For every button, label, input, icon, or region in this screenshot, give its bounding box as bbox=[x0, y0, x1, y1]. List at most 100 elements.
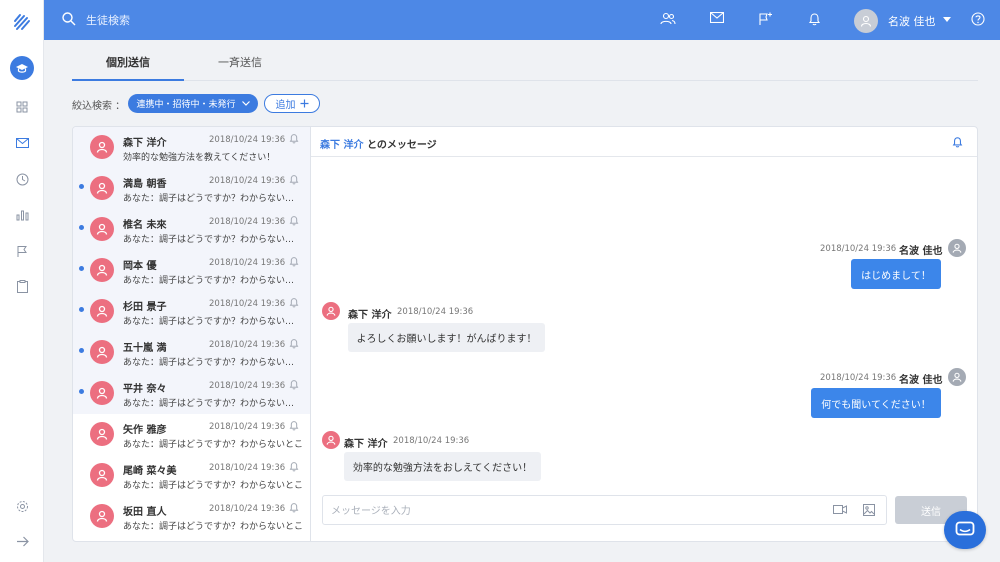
user-icon bbox=[326, 435, 336, 445]
bell-icon[interactable] bbox=[289, 297, 299, 308]
message-input[interactable] bbox=[331, 502, 811, 520]
nav-messages[interactable] bbox=[0, 131, 44, 155]
chevron-down-icon bbox=[241, 101, 250, 106]
bell-icon[interactable] bbox=[289, 215, 299, 226]
contact-item[interactable]: 岡本 優 2018/10/24 19:36 あなた：調子はどうですか？わからないこと… bbox=[73, 250, 310, 291]
search-input[interactable] bbox=[86, 10, 346, 30]
chat-title: 森下 洋介 とのメッセージ bbox=[320, 136, 437, 151]
chat-partner-name[interactable]: 森下 洋介 bbox=[320, 140, 363, 151]
tab-individual[interactable]: 個別送信 bbox=[72, 50, 184, 81]
bell-icon[interactable] bbox=[289, 461, 299, 472]
bell-icon[interactable] bbox=[289, 420, 299, 431]
contact-item[interactable]: 森下 洋介 2018/10/24 19:36 効率的な勉強方法を教えてください！ bbox=[73, 127, 310, 168]
filter-label: 絞込検索 ： bbox=[72, 101, 126, 112]
bell-icon[interactable] bbox=[289, 379, 299, 390]
unread-dot bbox=[79, 348, 84, 353]
graduation-cap-icon bbox=[10, 56, 34, 80]
contact-item[interactable]: 坂田 直人 2018/10/24 19:36 あなた：調子はどうですか？わからないと… bbox=[73, 496, 310, 537]
contact-item[interactable]: 平井 奈々 2018/10/24 19:36 あなた：調子はどうですか？わからないこ… bbox=[73, 373, 310, 414]
avatar bbox=[90, 381, 114, 405]
flag-plus-icon[interactable] bbox=[758, 12, 773, 26]
avatar bbox=[948, 368, 966, 386]
bell-icon[interactable] bbox=[289, 174, 299, 185]
user-icon bbox=[96, 510, 108, 522]
nav-settings[interactable] bbox=[0, 494, 44, 518]
tab-broadcast[interactable]: 一斉送信 bbox=[184, 50, 296, 81]
filter-chip-label: 連携中・招待中・未発行 bbox=[136, 100, 236, 110]
contact-item[interactable]: 五十嵐 満 2018/10/24 19:36 あなた：調子はどうですか？わからないこ… bbox=[73, 332, 310, 373]
avatar bbox=[90, 299, 114, 323]
avatar[interactable] bbox=[854, 9, 878, 33]
bell-icon[interactable] bbox=[952, 136, 963, 148]
contact-name: 矢作 雅彦 bbox=[123, 425, 167, 436]
support-chat-button[interactable] bbox=[944, 511, 986, 549]
contact-preview: あなた：調子はどうですか？わからないことがあったら bbox=[123, 317, 303, 327]
contact-time: 2018/10/24 19:36 bbox=[209, 340, 286, 350]
nav-dashboard[interactable] bbox=[0, 95, 44, 119]
help-icon[interactable] bbox=[971, 12, 985, 26]
nav-analytics[interactable] bbox=[0, 203, 44, 227]
filter-dropdown[interactable]: 連携中・招待中・未発行 bbox=[128, 94, 258, 113]
dashboard-icon bbox=[16, 101, 28, 113]
user-icon bbox=[96, 346, 108, 358]
user-icon bbox=[860, 15, 872, 27]
contact-name: 満島 朝香 bbox=[123, 179, 167, 190]
clipboard-icon bbox=[16, 279, 28, 293]
bell-icon[interactable] bbox=[289, 338, 299, 349]
avatar bbox=[90, 340, 114, 364]
contact-item[interactable]: 満島 朝香 2018/10/24 19:36 あなた：調子はどうですか？わからないこ… bbox=[73, 168, 310, 209]
contact-preview: あなた：調子はどうですか？わからないことがあったら bbox=[123, 399, 303, 409]
user-icon bbox=[96, 387, 108, 399]
contact-time: 2018/10/24 19:36 bbox=[209, 504, 286, 514]
contact-name: 岡本 優 bbox=[123, 261, 157, 272]
contact-name: 尾崎 菜々美 bbox=[123, 466, 177, 477]
nav-tasks[interactable] bbox=[0, 274, 44, 298]
unread-dot bbox=[79, 225, 84, 230]
message-composer bbox=[322, 495, 887, 525]
avatar bbox=[90, 504, 114, 528]
mail-icon[interactable] bbox=[710, 12, 724, 23]
avatar bbox=[948, 239, 966, 257]
chat-panel: 森下 洋介 とのメッセージ 2018/10/24 19:36 名波 佳也 はじめ… bbox=[311, 127, 977, 541]
search-icon bbox=[62, 12, 76, 26]
unread-dot bbox=[79, 307, 84, 312]
message-bubble-incoming: 効率的な勉強方法をおしえてください！ bbox=[344, 452, 541, 481]
nav-expand[interactable] bbox=[0, 529, 44, 553]
user-name[interactable]: 名波 佳也 bbox=[888, 13, 936, 29]
contact-item[interactable]: 椎名 未來 2018/10/24 19:36 あなた：調子はどうですか？わからないこ… bbox=[73, 209, 310, 250]
contact-name: 坂田 直人 bbox=[123, 507, 167, 518]
unread-dot bbox=[79, 266, 84, 271]
bell-icon[interactable] bbox=[289, 133, 299, 144]
users-icon[interactable] bbox=[660, 12, 676, 26]
bell-icon[interactable] bbox=[289, 502, 299, 513]
arrow-right-icon bbox=[16, 536, 29, 546]
user-icon bbox=[96, 182, 108, 194]
clock-icon bbox=[16, 173, 28, 185]
contact-time: 2018/10/24 19:36 bbox=[209, 135, 286, 145]
add-filter-button[interactable]: 追加 bbox=[264, 94, 320, 113]
bell-icon[interactable] bbox=[808, 12, 821, 26]
contact-item[interactable]: 矢作 雅彦 2018/10/24 19:36 あなた：調子はどうですか？わからないと… bbox=[73, 414, 310, 455]
message-bubble-incoming: よろしくお願いします！がんばります！ bbox=[348, 323, 545, 352]
nav-history[interactable] bbox=[0, 167, 44, 191]
user-icon bbox=[96, 305, 108, 317]
nav-reports[interactable] bbox=[0, 239, 44, 263]
flag-icon bbox=[17, 245, 27, 257]
contact-preview: あなた：調子はどうですか？わからないことがあったら bbox=[123, 358, 303, 368]
contact-preview: あなた：調子はどうですか？わからないとこ bbox=[123, 522, 303, 532]
nav-students[interactable] bbox=[0, 56, 44, 80]
video-icon[interactable] bbox=[833, 504, 847, 515]
message-bubble-outgoing: はじめまして！ bbox=[851, 259, 941, 289]
user-icon bbox=[952, 243, 962, 253]
avatar bbox=[90, 176, 114, 200]
bell-icon[interactable] bbox=[289, 256, 299, 267]
contact-item[interactable]: 杉田 景子 2018/10/24 19:36 あなた：調子はどうですか？わからないこ… bbox=[73, 291, 310, 332]
image-icon[interactable] bbox=[863, 504, 875, 516]
unread-dot bbox=[79, 389, 84, 394]
contact-item[interactable]: 尾崎 菜々美 2018/10/24 19:36 あなた：調子はどうですか？わからない… bbox=[73, 455, 310, 496]
messages-panel: 森下 洋介 2018/10/24 19:36 効率的な勉強方法を教えてください！ 満島… bbox=[72, 126, 978, 542]
chevron-down-icon[interactable] bbox=[943, 17, 951, 22]
logo-icon[interactable] bbox=[12, 12, 32, 32]
user-icon bbox=[952, 372, 962, 382]
avatar bbox=[322, 302, 340, 320]
